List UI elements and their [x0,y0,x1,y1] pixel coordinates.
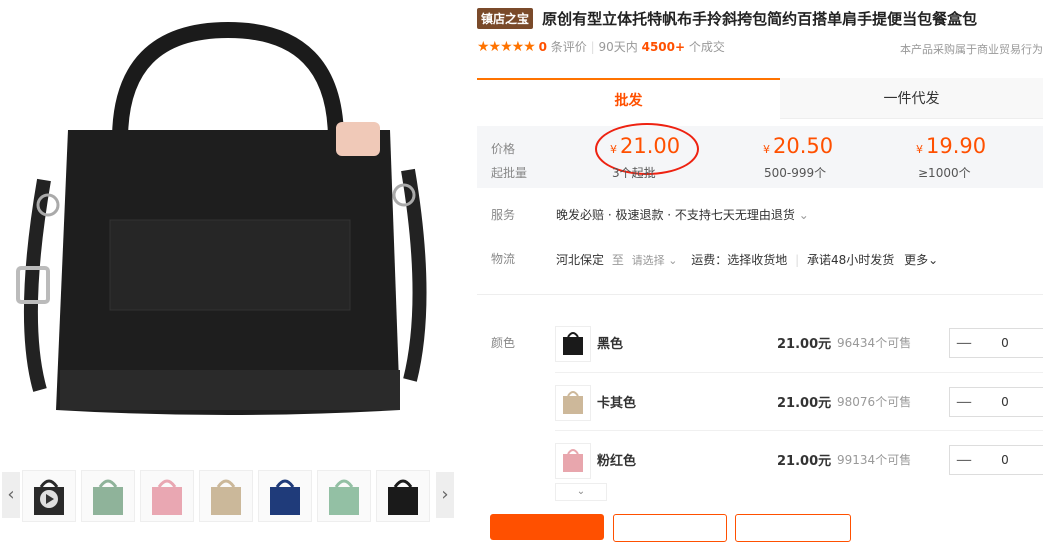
quantity-field[interactable]: 0 [990,329,1020,357]
thumbnail-2[interactable] [81,470,135,522]
color-name: 卡其色 [597,396,637,411]
thumbnail-6[interactable] [317,470,371,522]
tier-2-range: 500-999个 [764,166,827,180]
sold-count: 4500+ [641,40,686,54]
price-label: 价格 [491,142,516,156]
color-price: 21.00元 [777,396,832,411]
color-stock: 98076个可售 [837,395,912,409]
bag-illustration [16,21,427,415]
color-swatch-pink[interactable] [555,443,591,479]
color-stock: 96434个可售 [837,336,912,350]
quantity-stepper: — 0 [949,445,1043,475]
color-option-row: 卡其色 21.00元 98076个可售 — 0 [555,375,1043,425]
color-price: 21.00元 [777,337,832,352]
chevron-down-icon: ⌄ [928,253,939,267]
buy-now-button[interactable] [490,514,604,540]
row-divider [555,430,1043,431]
logistics-row: 河北保定 至 请选择 ⌄ 运费：选择收货地 | 承诺48小时发货 更多⌄ [556,253,939,267]
sold-prefix: 90天内 [598,40,638,54]
tier-1-price: ¥21.00 [610,134,681,158]
tab-dropship[interactable]: 一件代发 [780,78,1043,118]
to-label: 至 [611,253,624,267]
tier-3-range: ≥1000个 [918,166,971,180]
trade-notice: 本产品采购属于商业贸易行为 [900,43,1043,56]
color-swatch-black[interactable] [555,326,591,362]
row-divider [555,372,1043,373]
quantity-stepper: — 0 [949,328,1043,358]
dropship-button[interactable] [735,514,851,542]
price-box: 价格 起批量 ¥21.00 3个起批 ¥20.50 500-999个 ¥19.9… [477,123,1043,188]
tier-3-price: ¥19.90 [916,134,987,158]
service-text[interactable]: 晚发必赔 · 极速退款 · 不支持七天无理由退货 ⌄ [556,206,809,223]
rating-row: ★★★★★ 0 条评价 | 90天内 4500+ 个成交 本产品采购属于商业贸易… [477,39,1043,56]
tier-1-range: 3个起批 [612,166,656,180]
thumbnail-1[interactable] [22,470,76,522]
minus-button[interactable]: — [950,329,978,357]
tier-2-price: ¥20.50 [763,134,834,158]
freight-text: 运费：选择收货地 [691,253,788,267]
color-option-row: 黑色 21.00元 96434个可售 — 0 [555,316,1043,366]
purchase-tabs: 批发 一件代发 [477,78,1043,120]
color-name: 粉红色 [597,454,637,469]
quantity-stepper: — 0 [949,387,1043,417]
sold-suffix: 个成交 [688,40,725,54]
color-stock: 99134个可售 [837,453,912,467]
thumbnail-4[interactable] [199,470,253,522]
prev-thumb-arrow[interactable]: ‹ [2,472,20,518]
rating-stars: ★★★★★ [477,39,536,55]
thumbnail-7[interactable] [376,470,430,522]
next-thumb-arrow[interactable]: › [436,472,454,518]
service-label: 服务 [491,208,516,222]
main-product-image[interactable] [0,0,456,456]
color-swatch-khaki[interactable] [555,385,591,421]
minus-button[interactable]: — [950,388,978,416]
shop-badge: 镇店之宝 [477,8,534,29]
chevron-down-icon: ⌄ [576,486,586,497]
tab-wholesale[interactable]: 批发 [477,78,780,120]
origin-city: 河北保定 [556,253,605,267]
add-to-cart-button[interactable] [613,514,727,542]
quantity-field[interactable]: 0 [990,388,1020,416]
title-row: 镇店之宝 原创有型立体托特帆布手拎斜挎包简约百搭单肩手提便当包餐盒包 [477,8,1043,32]
thumbnail-5[interactable] [258,470,312,522]
color-option-row: 粉红色 21.00元 99134个可售 — 0 [555,433,1043,483]
moq-label: 起批量 [491,166,528,180]
section-divider [477,294,1043,295]
chevron-down-icon: ⌄ [668,254,678,267]
color-name: 黑色 [597,337,624,352]
thumbnail-3[interactable] [140,470,194,522]
color-label: 颜色 [491,336,516,350]
review-count[interactable]: 0 [539,40,547,54]
color-price: 21.00元 [777,454,832,469]
destination-select[interactable]: 请选择 ⌄ [632,254,678,267]
logistics-label: 物流 [491,252,516,266]
product-title: 原创有型立体托特帆布手拎斜挎包简约百搭单肩手提便当包餐盒包 [542,10,978,28]
expand-colors-toggle[interactable]: ⌄ [555,483,607,501]
more-logistics[interactable]: 更多⌄ [904,253,938,267]
quantity-field[interactable]: 0 [990,446,1020,474]
shipping-promise: 承诺48小时发货 [806,253,895,267]
minus-button[interactable]: — [950,446,978,474]
thumbnail-strip: ‹ › [0,466,456,527]
chevron-down-icon: ⌄ [798,208,809,222]
review-label: 条评价 [550,40,587,54]
